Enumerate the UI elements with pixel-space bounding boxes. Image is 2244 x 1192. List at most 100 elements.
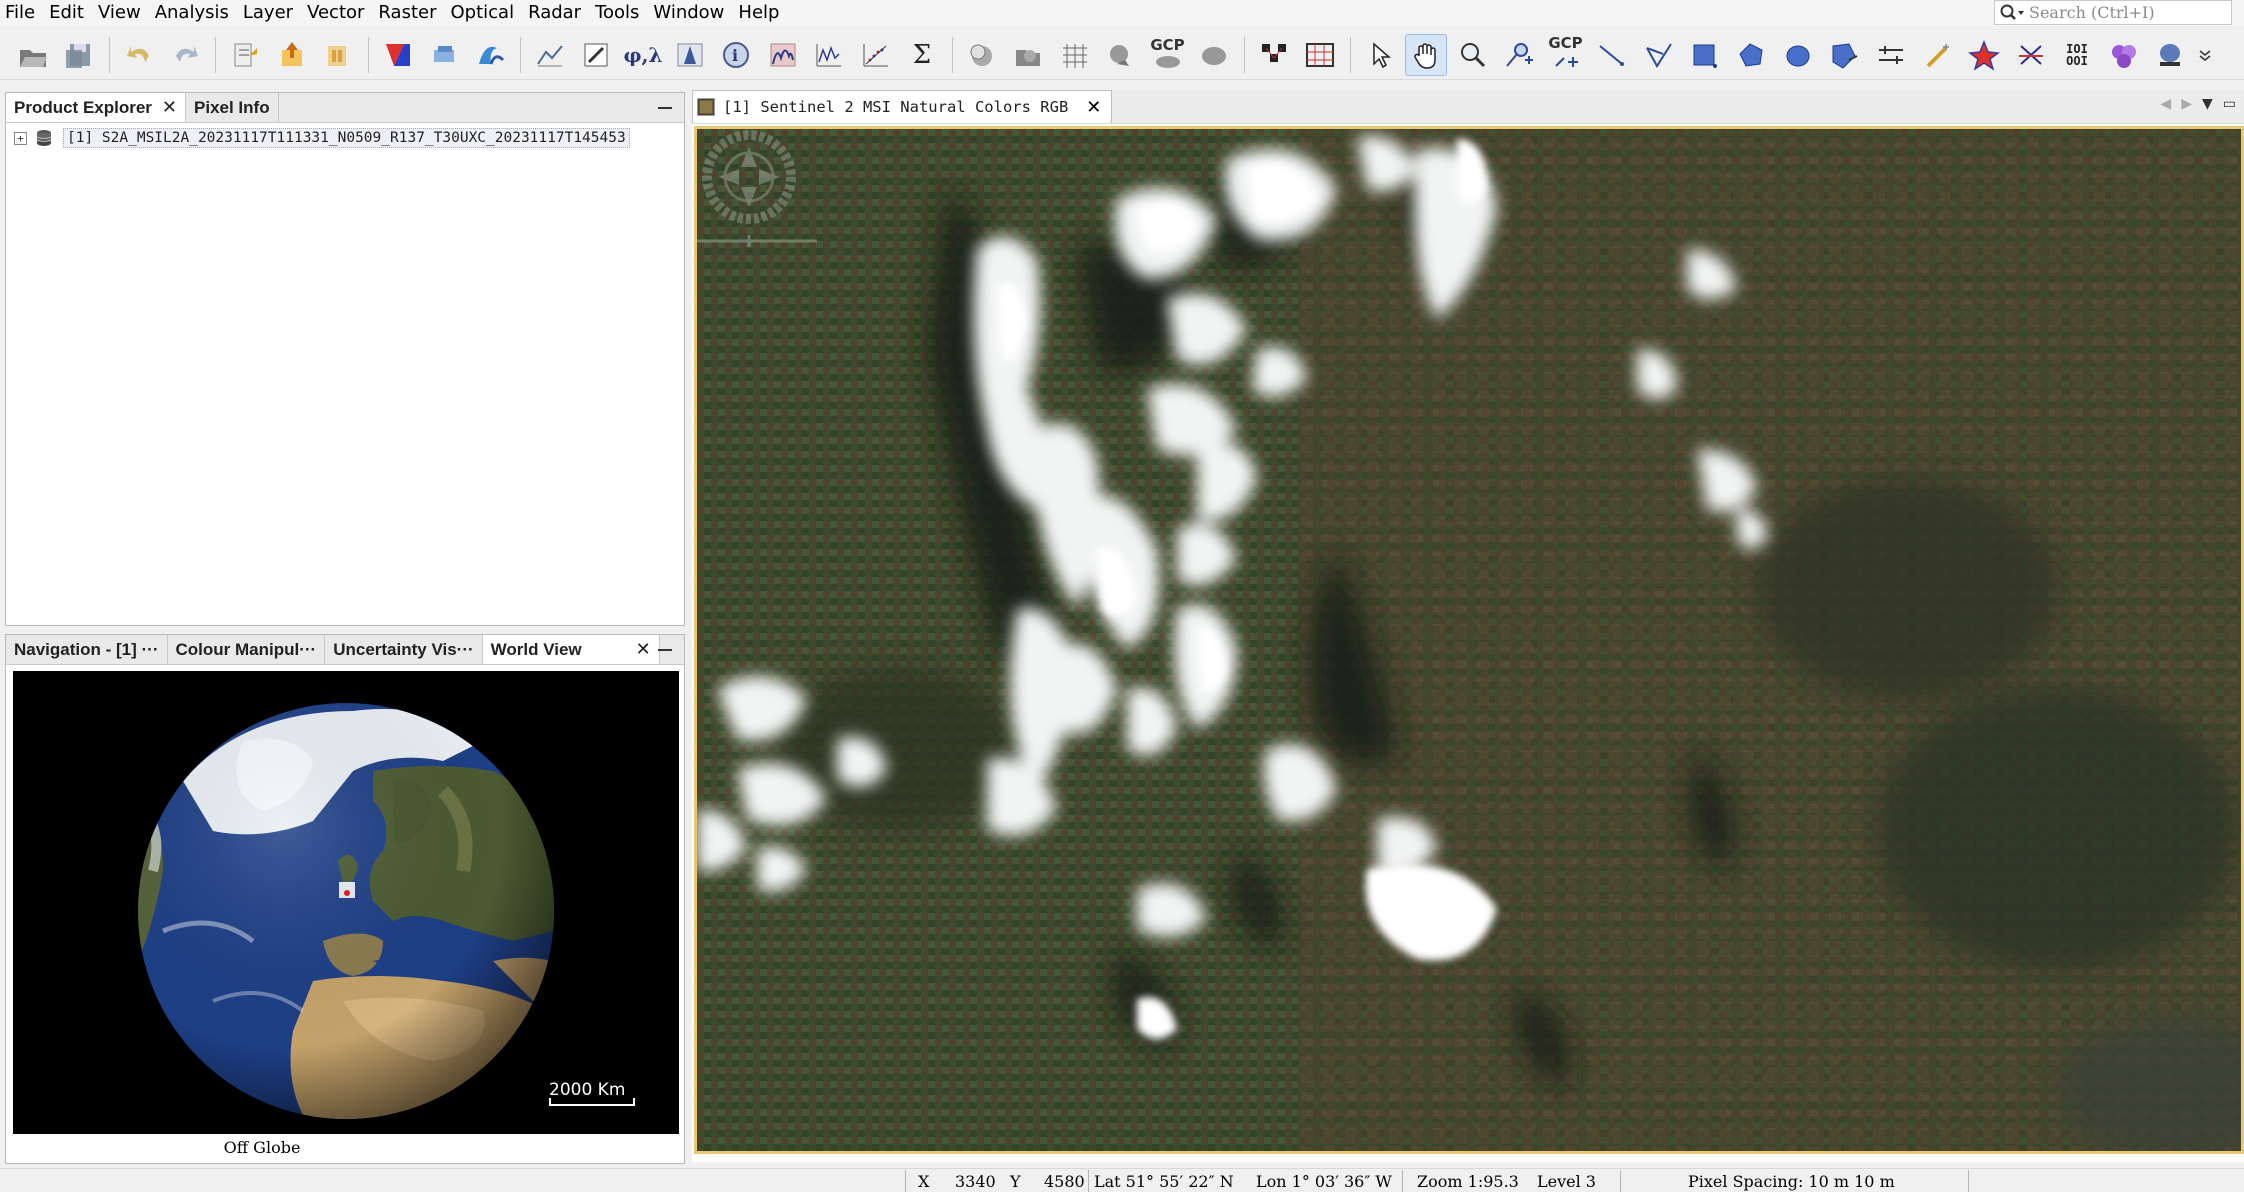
- tab-uncertainty-visualisation[interactable]: Uncertainty Vis···: [325, 635, 483, 664]
- zoom-tool-icon[interactable]: [1452, 34, 1494, 76]
- next-tab-icon[interactable]: ▶: [2181, 96, 2192, 112]
- band-arithmetic-icon[interactable]: φ,λ: [622, 34, 664, 76]
- status-y-value: 4580: [1044, 1172, 1085, 1191]
- layer-manager-icon[interactable]: [1007, 34, 1049, 76]
- search-input[interactable]: [2029, 3, 2225, 22]
- tab-image-view[interactable]: [1] Sentinel 2 MSI Natural Colors RGB ✕: [692, 90, 1113, 123]
- import-vector-icon[interactable]: [224, 34, 266, 76]
- close-icon[interactable]: ✕: [1086, 97, 1101, 118]
- toolbar-separator: [951, 36, 953, 73]
- world-map-icon[interactable]: [1100, 34, 1142, 76]
- wave-icon[interactable]: [470, 34, 512, 76]
- tab-label: Colour Manipul···: [175, 639, 317, 659]
- undo-icon[interactable]: [118, 34, 160, 76]
- menu-radar[interactable]: Radar: [521, 0, 588, 26]
- pan-tool-icon[interactable]: [1405, 33, 1447, 76]
- select-tool-icon[interactable]: [1359, 34, 1401, 76]
- product-tree-item[interactable]: + [1] S2A_MSIL2A_20231117T111331_N0509_R…: [6, 125, 684, 151]
- tab-label: Pixel Info: [194, 97, 270, 117]
- close-icon[interactable]: ✕: [162, 97, 177, 118]
- gcp-manager-icon[interactable]: GCP: [1147, 34, 1189, 76]
- gcp-tool-icon[interactable]: GCP: [1545, 34, 1587, 76]
- export-icon[interactable]: [271, 34, 313, 76]
- menu-bar: File Edit View Analysis Layer Vector Ras…: [0, 0, 2244, 26]
- search-box[interactable]: [1994, 0, 2232, 25]
- graph-builder-icon[interactable]: [529, 34, 571, 76]
- menu-tools[interactable]: Tools: [588, 0, 646, 26]
- range-finder-icon[interactable]: [1870, 34, 1912, 76]
- import-shape-icon[interactable]: [1824, 34, 1866, 76]
- scale-bar: 2000 Km: [549, 1080, 635, 1106]
- star-icon[interactable]: [1963, 34, 2005, 76]
- statistics-icon[interactable]: Σ: [901, 34, 943, 76]
- menu-window[interactable]: Window: [646, 0, 731, 26]
- binary-icon[interactable]: IOI OOI: [2056, 34, 2098, 76]
- image-view-icon: [697, 98, 715, 116]
- rgb-image-icon[interactable]: [377, 34, 419, 76]
- save-product-icon[interactable]: [59, 34, 101, 76]
- image-view-window: [1] Sentinel 2 MSI Natural Colors RGB ✕ …: [692, 90, 2244, 1162]
- expand-icon[interactable]: +: [14, 131, 27, 145]
- redo-icon[interactable]: [165, 34, 207, 76]
- line-tool-icon[interactable]: [1591, 34, 1633, 76]
- menu-edit[interactable]: Edit: [42, 0, 91, 26]
- product-name[interactable]: [1] S2A_MSIL2A_20231117T111331_N0509_R13…: [63, 128, 630, 148]
- pin-placing-icon[interactable]: [1253, 34, 1295, 76]
- menu-layer[interactable]: Layer: [236, 0, 300, 26]
- minimize-icon[interactable]: [658, 640, 674, 660]
- globe-tool-icon[interactable]: [2149, 34, 2191, 76]
- rectangle-tool-icon[interactable]: [1684, 34, 1726, 76]
- spectrum-icon[interactable]: [762, 34, 804, 76]
- scale-bar-label: 2000 Km: [549, 1080, 626, 1100]
- status-x-value: 3340: [955, 1172, 996, 1191]
- close-icon[interactable]: ✕: [636, 639, 651, 660]
- menu-raster[interactable]: Raster: [371, 0, 443, 26]
- tab-label: Product Explorer: [14, 97, 152, 117]
- ellipse-tool-icon[interactable]: [1777, 34, 1819, 76]
- tab-navigation[interactable]: Navigation - [1] ···: [6, 635, 168, 664]
- satellite-image[interactable]: [697, 129, 2241, 1151]
- scatter-plot-icon[interactable]: [855, 34, 897, 76]
- status-latitude: Lat 51° 55′ 22″ N: [1094, 1172, 1234, 1191]
- open-product-icon[interactable]: [12, 34, 54, 76]
- graticule-icon[interactable]: [1054, 34, 1096, 76]
- tab-list-icon[interactable]: ▼: [2202, 96, 2213, 112]
- information-icon[interactable]: i: [715, 34, 757, 76]
- menu-analysis[interactable]: Analysis: [148, 0, 236, 26]
- menu-view[interactable]: View: [91, 0, 148, 26]
- mask-manager-icon[interactable]: [961, 34, 1003, 76]
- overlay-icon[interactable]: [1193, 34, 1235, 76]
- previous-tab-icon[interactable]: ◀: [2160, 96, 2171, 112]
- histogram-icon[interactable]: [669, 34, 711, 76]
- maximize-icon[interactable]: ▭: [2223, 96, 2236, 112]
- menu-help[interactable]: Help: [731, 0, 786, 26]
- globe-icon[interactable]: [13, 671, 679, 1134]
- pixel-grid-icon[interactable]: [1299, 34, 1341, 76]
- image-view-title: [1] Sentinel 2 MSI Natural Colors RGB: [723, 98, 1069, 116]
- toolbar-overflow-icon[interactable]: [2196, 34, 2214, 76]
- menu-vector[interactable]: Vector: [300, 0, 371, 26]
- pin-tool-icon[interactable]: [1498, 34, 1540, 76]
- menu-optical[interactable]: Optical: [443, 0, 521, 26]
- band-maths-icon[interactable]: [423, 34, 465, 76]
- minimize-icon[interactable]: [658, 98, 674, 118]
- cluster-icon[interactable]: [2103, 34, 2145, 76]
- cross-icon[interactable]: [2010, 34, 2052, 76]
- world-view-panel: Navigation - [1] ··· Colour Manipul··· U…: [5, 634, 685, 1164]
- tab-navigation-controls: ◀ ▶ ▼ ▭: [2160, 96, 2236, 112]
- pin-manager-icon[interactable]: [576, 34, 618, 76]
- polygon-tool-icon[interactable]: [1731, 34, 1773, 76]
- tab-colour-manipulation[interactable]: Colour Manipul···: [168, 635, 326, 664]
- menu-file[interactable]: File: [0, 0, 42, 26]
- world-globe-view[interactable]: 2000 Km: [13, 671, 679, 1134]
- session-icon[interactable]: [317, 34, 359, 76]
- tab-world-view[interactable]: World View ✕: [482, 635, 660, 664]
- satellite-image-canvas[interactable]: [694, 126, 2244, 1154]
- search-icon[interactable]: [1995, 1, 2029, 24]
- profile-plot-icon[interactable]: [808, 34, 850, 76]
- status-zoom: Zoom 1:95.3: [1417, 1172, 1519, 1191]
- magic-wand-icon[interactable]: [1917, 34, 1959, 76]
- tab-pixel-info[interactable]: Pixel Info: [186, 93, 279, 122]
- tab-product-explorer[interactable]: Product Explorer ✕: [6, 93, 187, 122]
- polyline-tool-icon[interactable]: [1638, 34, 1680, 76]
